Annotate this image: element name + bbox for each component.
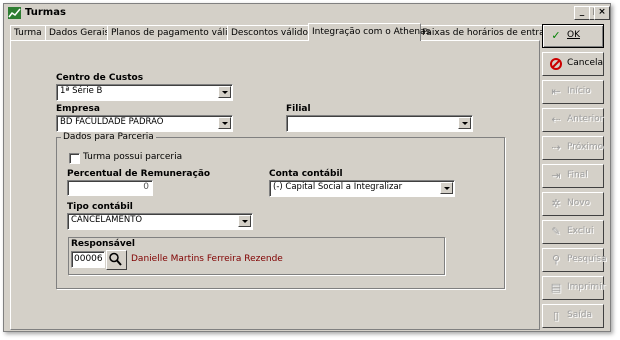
proximo-label: Próximo: [567, 142, 604, 152]
chevron-down-icon[interactable]: [238, 215, 251, 227]
filial-select[interactable]: [286, 115, 473, 132]
novo-label: Novo: [567, 198, 591, 208]
window-title: Turmas: [25, 7, 66, 18]
saida-button[interactable]: ▯ Saída: [542, 304, 604, 328]
percentual-input[interactable]: 0: [67, 180, 153, 196]
pesquisa-button[interactable]: ⚲ Pesquisa: [542, 248, 607, 272]
percentual-label: Percentual de Remuneração: [67, 169, 211, 179]
anterior-label: Anterior: [567, 114, 604, 124]
pesquisa-label: Pesquisa: [567, 254, 607, 264]
novo-button[interactable]: ✲ Novo: [542, 192, 604, 216]
tab-turma[interactable]: Turma: [10, 25, 46, 40]
cancela-button[interactable]: Cancela: [542, 52, 604, 76]
saida-label: Saída: [567, 310, 592, 320]
title-bar[interactable]: Turmas _ □: [5, 5, 609, 22]
ok-button[interactable]: ✓ OK: [542, 24, 604, 48]
centro-custos-select[interactable]: 1ª Série B: [56, 84, 233, 101]
minimize-button[interactable]: _: [574, 6, 590, 20]
close-button[interactable]: ×: [594, 6, 610, 20]
empresa-select[interactable]: BD FACULDADE PADRAO: [56, 115, 233, 132]
chevron-down-icon[interactable]: [458, 117, 471, 129]
tab-dados-gerais[interactable]: Dados Gerais: [45, 25, 109, 40]
responsavel-name: Danielle Martins Ferreira Rezende: [131, 254, 283, 264]
exclui-button[interactable]: ✎ Exclui: [542, 220, 604, 244]
anterior-button[interactable]: ⇠ Anterior: [542, 108, 604, 132]
cancela-label: Cancela: [567, 58, 604, 68]
empresa-value: BD FACULDADE PADRAO: [60, 117, 164, 127]
check-icon: ✓: [551, 29, 561, 42]
empresa-label: Empresa: [56, 104, 100, 114]
app-icon: [8, 7, 21, 19]
inicio-label: Início: [567, 86, 591, 96]
tipo-contabil-select[interactable]: CANCELAMENTO: [67, 213, 253, 230]
responsavel-label: Responsável: [71, 239, 135, 249]
print-icon: ▤: [550, 281, 562, 294]
turmas-window: Turmas _ □ × Turma Dados Gerais Planos d…: [3, 3, 611, 332]
conta-contabil-value: (-) Capital Social a Integralizar: [273, 182, 403, 192]
tab-faixas-horarios[interactable]: Faixas de horários de entrada: [418, 25, 556, 40]
next-icon: ⇢: [551, 141, 561, 154]
search-icon: ⚲: [551, 253, 561, 266]
tab-descontos[interactable]: Descontos válidos: [227, 25, 313, 40]
centro-custos-value: 1ª Série B: [60, 86, 103, 96]
conta-contabil-label: Conta contábil: [269, 169, 343, 179]
final-label: Final: [567, 170, 588, 180]
exit-icon: ▯: [552, 309, 560, 322]
search-icon: [109, 252, 122, 266]
parceria-group-label: Dados para Parceria: [61, 132, 156, 142]
imprimir-label: Imprimir: [567, 282, 606, 292]
chevron-down-icon[interactable]: [440, 182, 453, 194]
final-button[interactable]: ⇥ Final: [542, 164, 604, 188]
prev-icon: ⇠: [551, 113, 561, 126]
cancel-icon: [550, 58, 562, 70]
new-icon: ✲: [551, 197, 561, 210]
chevron-down-icon[interactable]: [218, 86, 231, 98]
responsavel-code-input[interactable]: 00006: [71, 251, 105, 268]
inicio-button[interactable]: ⇤ Início: [542, 80, 604, 104]
tab-panel: Centro de Custos 1ª Série B Empresa BD F…: [10, 40, 540, 330]
parceria-checkbox[interactable]: [69, 153, 80, 164]
conta-contabil-select[interactable]: (-) Capital Social a Integralizar: [269, 180, 455, 197]
ok-label: OK: [567, 30, 580, 40]
delete-icon: ✎: [551, 225, 561, 238]
centro-custos-label: Centro de Custos: [56, 73, 144, 83]
percentual-value: 0: [143, 182, 149, 192]
tipo-contabil-value: CANCELAMENTO: [71, 215, 143, 225]
tab-integracao-athenas[interactable]: Integração com o Athenas: [308, 23, 430, 41]
filial-label: Filial: [286, 104, 311, 114]
parceria-checkbox-label: Turma possui parceria: [83, 152, 183, 162]
exclui-label: Exclui: [567, 226, 594, 236]
last-icon: ⇥: [551, 169, 561, 182]
chevron-down-icon[interactable]: [218, 117, 231, 129]
responsavel-code: 00006: [74, 254, 103, 264]
tab-bar: Turma Dados Gerais Planos de pagamento v…: [10, 23, 556, 41]
tipo-contabil-label: Tipo contábil: [67, 202, 133, 212]
imprimir-button[interactable]: ▤ Imprimir: [542, 276, 606, 300]
responsavel-search-button[interactable]: [106, 250, 127, 270]
proximo-button[interactable]: ⇢ Próximo: [542, 136, 604, 160]
tab-planos-pagamento[interactable]: Planos de pagamento válidos: [107, 25, 243, 40]
first-icon: ⇤: [551, 85, 561, 98]
